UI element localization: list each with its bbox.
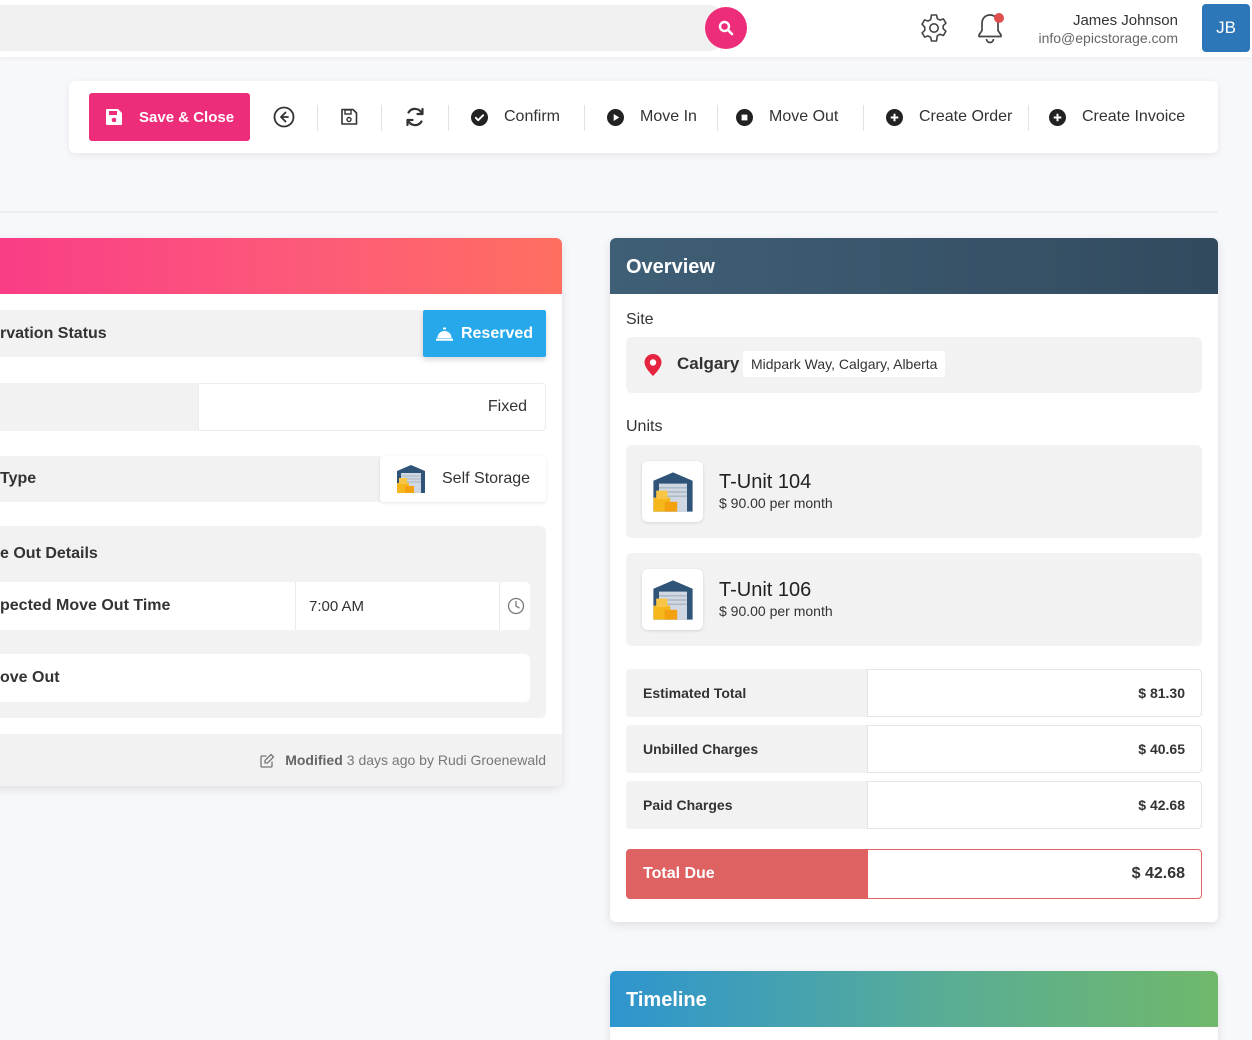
expected-move-out-time-row: pected Move Out Time [0, 582, 530, 630]
unit-name: T-Unit 106 [719, 579, 812, 601]
action-toolbar: Save & Close Confirm Move In Move Out Cr… [69, 81, 1218, 153]
save-button[interactable] [337, 105, 361, 129]
charge-label: Paid Charges [626, 781, 867, 829]
charge-value: $ 81.30 [867, 669, 1202, 717]
plus-circle-icon [886, 108, 903, 126]
avatar[interactable]: JB [1202, 4, 1250, 52]
move-out-details-panel: e Out Details pected Move Out Time ove O… [0, 526, 546, 718]
move-in-button[interactable]: Move In [607, 105, 697, 129]
expected-move-out-time-label: pected Move Out Time [0, 597, 171, 614]
unit-card[interactable]: T-Unit 104 $ 90.00 per month [626, 445, 1202, 538]
move-out-details-label: e Out Details [0, 545, 98, 562]
timeline-card: Timeline [610, 971, 1218, 1040]
move-out-row[interactable]: ove Out [0, 654, 530, 702]
gear-icon[interactable] [918, 12, 950, 44]
modified-info: Modified 3 days ago by Rudi Groenewald [260, 752, 546, 768]
reservation-card-header [0, 238, 562, 294]
unit-price: $ 90.00 per month [719, 495, 833, 511]
modified-text: 3 days ago by Rudi Groenewald [346, 752, 546, 768]
total-due-value: $ 42.68 [867, 849, 1202, 899]
top-bar: James Johnson info@epicstorage.com JB [0, 0, 1252, 57]
site-name: Calgary [677, 354, 740, 373]
reserved-status-button[interactable]: Reserved [423, 310, 546, 357]
toolbar-divider [717, 105, 718, 131]
charge-value: $ 42.68 [867, 781, 1202, 829]
storage-unit-icon [642, 461, 703, 522]
save-icon [341, 108, 358, 125]
total-due-row: Total Due $ 42.68 [626, 849, 1202, 899]
expected-move-out-time-input[interactable] [295, 582, 500, 630]
estimated-total-row: Estimated Total $ 81.30 [626, 669, 1202, 717]
back-button[interactable] [272, 105, 296, 129]
paid-charges-row: Paid Charges $ 42.68 [626, 781, 1202, 829]
save-close-button[interactable]: Save & Close [89, 93, 250, 141]
rate-type-field[interactable]: Fixed [198, 383, 546, 431]
site-label: Site [626, 311, 654, 328]
move-out-label: ove Out [0, 669, 60, 686]
toolbar-divider [317, 105, 318, 131]
refresh-icon [406, 107, 424, 127]
overview-title: Overview [610, 238, 1218, 294]
toolbar-divider [1028, 105, 1029, 131]
unit-card[interactable]: T-Unit 106 $ 90.00 per month [626, 553, 1202, 646]
site-box: Calgary Midpark Way, Calgary, Alberta [626, 337, 1202, 393]
create-order-button[interactable]: Create Order [886, 105, 1012, 129]
toolbar-divider [448, 105, 449, 131]
unit-price: $ 90.00 per month [719, 603, 833, 619]
plus-circle-icon [1049, 108, 1066, 126]
overview-card: Overview Site Calgary Midpark Way, Calga… [610, 238, 1218, 922]
refresh-button[interactable] [403, 105, 427, 129]
notification-dot [994, 13, 1004, 23]
arrow-left-circle-icon [273, 106, 295, 128]
stop-circle-icon [736, 108, 753, 126]
site-address: Midpark Way, Calgary, Alberta [743, 351, 946, 377]
storage-unit-icon [642, 569, 703, 630]
move-out-button[interactable]: Move Out [736, 105, 838, 129]
units-label: Units [626, 418, 663, 435]
unit-type-label: Type [0, 470, 37, 487]
reservation-card-footer: Modified 3 days ago by Rudi Groenewald [0, 734, 562, 786]
user-name: James Johnson [1072, 12, 1178, 29]
user-email: info@epicstorage.com [1038, 30, 1178, 46]
play-circle-icon [607, 108, 624, 126]
search-button[interactable] [705, 7, 747, 49]
storage-unit-icon [397, 465, 425, 493]
modified-label: Modified [285, 752, 343, 768]
toolbar-divider [863, 105, 864, 131]
storage-type-select[interactable]: Self Storage [380, 456, 546, 502]
rate-type-label-cell [0, 383, 198, 431]
charge-value: $ 40.65 [867, 725, 1202, 773]
map-pin-icon [644, 354, 662, 376]
unbilled-charges-row: Unbilled Charges $ 40.65 [626, 725, 1202, 773]
unit-name: T-Unit 104 [719, 471, 812, 493]
search-input[interactable] [0, 5, 730, 51]
confirm-button[interactable]: Confirm [471, 105, 560, 129]
reservation-card: rvation Status Reserved Fixed Type Self … [0, 238, 562, 786]
create-invoice-button[interactable]: Create Invoice [1049, 105, 1185, 129]
floppy-disk-icon [106, 109, 122, 125]
concierge-bell-icon [435, 327, 453, 341]
clock-icon[interactable] [507, 597, 525, 615]
charge-label: Estimated Total [626, 669, 867, 717]
total-due-label: Total Due [626, 849, 867, 899]
charge-label: Unbilled Charges [626, 725, 867, 773]
toolbar-divider [584, 105, 585, 131]
save-close-label: Save & Close [139, 108, 235, 126]
check-circle-icon [471, 108, 488, 126]
reservation-status-label: rvation Status [0, 325, 107, 342]
section-divider [0, 211, 1218, 213]
search-icon [718, 20, 734, 36]
edit-icon [260, 753, 275, 768]
toolbar-divider [381, 105, 382, 131]
timeline-title: Timeline [610, 971, 1218, 1027]
